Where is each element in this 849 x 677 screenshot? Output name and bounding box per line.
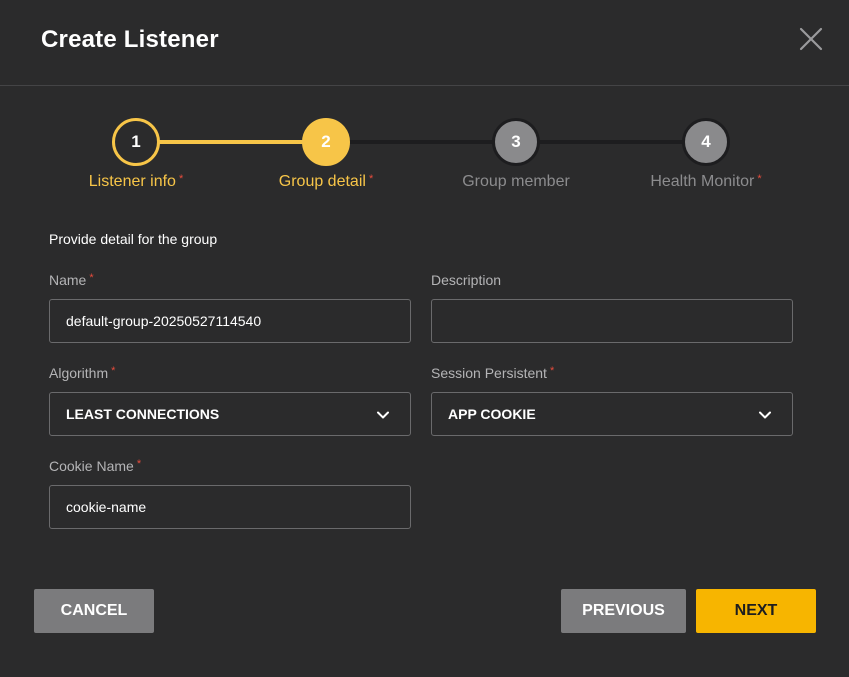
algorithm-label: Algorithm * — [49, 365, 115, 381]
required-marker: * — [549, 365, 555, 377]
session-persistent-label: Session Persistent * — [431, 365, 554, 381]
chevron-down-icon — [377, 411, 389, 419]
cancel-button[interactable]: CANCEL — [34, 589, 154, 633]
session-persistent-select[interactable]: APP COOKIE — [431, 392, 793, 436]
required-marker: * — [136, 458, 142, 470]
description-label-text: Description — [431, 272, 502, 288]
step-2-number: 2 — [321, 132, 331, 151]
dialog-header: Create Listener — [0, 0, 849, 86]
step-1-number: 1 — [131, 132, 141, 151]
step-connector-2-3 — [348, 140, 496, 144]
step-2-label[interactable]: Group detail * — [231, 173, 421, 191]
description-input[interactable] — [431, 299, 793, 343]
close-button[interactable] — [797, 25, 825, 53]
step-3-number: 3 — [511, 132, 521, 151]
step-connector-1-2 — [158, 140, 306, 144]
step-4-label-text: Health Monitor — [650, 173, 755, 190]
required-marker: * — [178, 173, 184, 185]
step-4-number: 4 — [701, 132, 711, 151]
cookie-name-label: Cookie Name * — [49, 458, 141, 474]
name-input[interactable] — [49, 299, 411, 343]
step-1-label-text: Listener info — [88, 173, 176, 190]
algorithm-select[interactable]: LEAST CONNECTIONS — [49, 392, 411, 436]
algorithm-label-text: Algorithm — [49, 365, 109, 381]
step-3-label-text: Group member — [462, 173, 570, 190]
name-label: Name * — [49, 272, 94, 288]
section-title: Provide detail for the group — [49, 231, 218, 247]
previous-button[interactable]: PREVIOUS — [561, 589, 686, 633]
step-connector-3-4 — [538, 140, 686, 144]
create-listener-dialog: Create Listener 1 Listener info * 2 Group… — [0, 0, 849, 677]
step-2-circle[interactable]: 2 — [302, 118, 350, 166]
chevron-down-icon — [759, 411, 771, 419]
close-icon — [799, 27, 823, 51]
step-4-label[interactable]: Health Monitor * — [611, 173, 801, 191]
step-1-circle[interactable]: 1 — [112, 118, 160, 166]
step-4-circle[interactable]: 4 — [682, 118, 730, 166]
step-3-label[interactable]: Group member — [421, 173, 611, 191]
step-2-label-text: Group detail — [278, 173, 366, 190]
description-label: Description — [431, 272, 501, 288]
required-marker: * — [89, 272, 94, 284]
step-3-circle[interactable]: 3 — [492, 118, 540, 166]
step-1-label[interactable]: Listener info * — [41, 173, 231, 191]
required-marker: * — [111, 365, 116, 377]
session-persistent-label-text: Session Persistent — [431, 365, 547, 381]
cookie-name-input[interactable] — [49, 485, 411, 529]
stepper: 1 Listener info * 2 Group detail * 3 Group… — [0, 110, 849, 200]
required-marker: * — [757, 173, 762, 185]
session-persistent-value: APP COOKIE — [448, 406, 536, 422]
algorithm-value: LEAST CONNECTIONS — [66, 406, 220, 422]
name-label-text: Name — [49, 272, 87, 288]
dialog-title: Create Listener — [41, 26, 219, 53]
required-marker: * — [368, 173, 374, 185]
next-button[interactable]: NEXT — [696, 589, 816, 633]
cookie-name-label-text: Cookie Name — [49, 458, 134, 474]
